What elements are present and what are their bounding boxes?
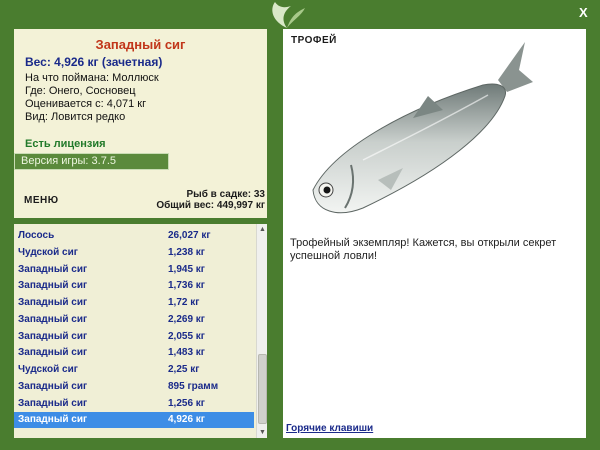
license-status: Есть лицензия — [25, 138, 106, 150]
catch-fish-weight: 2,25 кг — [168, 364, 200, 375]
catch-list-row[interactable]: Западный сиг 1,72 кг — [14, 295, 254, 311]
catch-list-row[interactable]: Западный сиг 1,945 кг — [14, 262, 254, 278]
scroll-thumb[interactable] — [258, 354, 267, 424]
version-text: Версия игры: 3.7.5 — [21, 155, 116, 167]
catch-fish-name: Западный сиг — [18, 313, 88, 325]
catch-fish-weight: 1,483 кг — [168, 347, 205, 359]
catch-fish-weight: 2,055 кг — [168, 330, 205, 342]
catch-fish-weight: 895 грамм — [168, 380, 219, 392]
catch-fish-weight: 1,238 кг — [168, 246, 205, 258]
fish-title: Западный сиг — [95, 37, 186, 52]
bait-info: На что поймана: Моллюск — [25, 72, 159, 84]
catch-fish-weight: 26,027 кг — [168, 230, 211, 241]
catch-fish-weight: 1,256 кг — [168, 397, 205, 409]
catch-fish-name: Западный сиг — [18, 414, 88, 426]
catch-fish-name: Западный сиг — [18, 347, 88, 359]
fish-image — [312, 42, 533, 214]
catch-fish-name: Лосось — [18, 230, 55, 241]
close-button[interactable]: X — [579, 5, 588, 20]
catch-list-row[interactable]: Чудской сиг 1,238 кг — [14, 245, 254, 261]
catch-list-row[interactable]: Западный сиг 895 грамм — [14, 379, 254, 395]
catch-list-row[interactable]: Западный сиг 2,269 кг — [14, 312, 254, 328]
catch-list[interactable]: ▲ ▼ Лосось 26,027 кг Чудской сиг 1,238 кг За… — [14, 224, 267, 438]
catch-list-row[interactable]: Чудской сиг 2,25 кг — [14, 362, 254, 378]
location-info: Где: Онего, Сосновец — [25, 85, 136, 97]
trophy-message: Трофейный экземпляр! Кажется, вы открыли… — [290, 237, 557, 262]
hotkeys-link[interactable]: Горячие клавиши — [286, 423, 373, 434]
catch-list-row[interactable]: Лосось 26,027 кг — [14, 228, 254, 244]
list-scrollbar[interactable]: ▲ ▼ — [256, 224, 267, 438]
version-bar: Версия игры: 3.7.5 — [14, 153, 169, 170]
catch-fish-name: Чудской сиг — [18, 246, 78, 258]
catch-list-row[interactable]: Западный сиг 2,055 кг — [14, 329, 254, 345]
menu-button[interactable]: МЕНЮ — [24, 195, 59, 206]
catch-fish-name: Западный сиг — [18, 380, 88, 392]
valued-from-info: Оценивается с: 4,071 кг — [25, 98, 147, 110]
catch-fish-weight: 1,736 кг — [168, 280, 205, 292]
catch-list-row[interactable]: Западный сиг 1,736 кг — [14, 278, 254, 294]
catch-list-row[interactable]: Западный сиг 1,483 кг — [14, 345, 254, 361]
leaf-emblem-icon — [272, 2, 305, 28]
catch-fish-name: Западный сиг — [18, 280, 88, 292]
keepnet-count: Рыб в садке: 33 — [186, 189, 265, 200]
fish-weight: Вес: 4,926 кг (зачетная) — [25, 55, 163, 69]
keepnet-total-weight: Общий вес: 449,997 кг — [156, 200, 265, 211]
catch-fish-name: Западный сиг — [18, 263, 88, 275]
catch-fish-name: Чудской сиг — [18, 364, 78, 375]
catch-list-row[interactable]: Западный сиг 4,926 кг — [14, 412, 254, 429]
catch-fish-name: Западный сиг — [18, 297, 88, 308]
catch-fish-weight: 1,945 кг — [168, 263, 205, 275]
catch-list-row[interactable]: Западный сиг 1,256 кг — [14, 396, 254, 412]
catch-fish-name: Западный сиг — [18, 397, 88, 409]
catch-fish-weight: 1,72 кг — [168, 297, 200, 308]
catch-fish-weight: 4,926 кг — [168, 414, 205, 426]
scroll-up-icon[interactable]: ▲ — [257, 224, 267, 235]
rarity-info: Вид: Ловится редко — [25, 111, 126, 123]
catch-fish-name: Западный сиг — [18, 330, 88, 342]
catch-fish-weight: 2,269 кг — [168, 313, 205, 325]
scroll-down-icon[interactable]: ▼ — [257, 427, 267, 438]
